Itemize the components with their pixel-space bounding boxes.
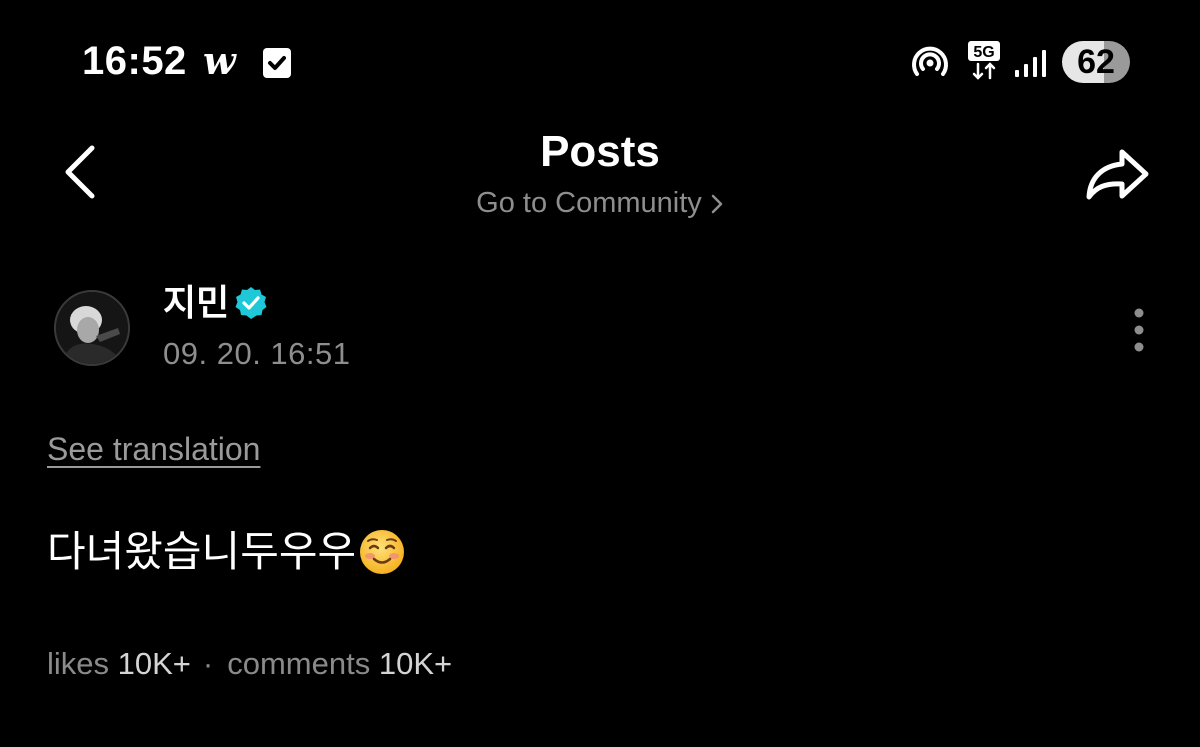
signal-icon [1015,50,1046,77]
hotspot-icon [912,46,948,76]
avatar-image [56,292,128,364]
more-options-button[interactable] [1124,305,1154,355]
comments-label: comments [227,646,371,681]
likes-label: likes [47,646,110,681]
status-time: 16:52 [82,39,187,83]
comments-count[interactable]: 10K+ [379,646,452,681]
5g-icon: 5G [966,40,1002,80]
battery-icon: 62 [1062,41,1130,83]
post-stats: likes 10K+ · comments 10K+ [47,641,452,687]
share-icon [1086,149,1149,200]
see-translation-link[interactable]: See translation [47,427,260,471]
share-button[interactable] [1082,140,1154,204]
back-button[interactable] [56,140,104,204]
page-title: Posts [540,127,660,176]
post-timestamp: 09. 20. 16:51 [163,336,351,371]
community-link-label: Go to Community [476,187,702,219]
author-name[interactable]: 지민 [163,280,229,326]
avatar[interactable] [54,290,130,366]
go-to-community-link[interactable]: Go to Community [400,182,800,224]
svg-text:5G: 5G [973,44,994,61]
likes-count[interactable]: 10K+ [118,646,191,681]
chevron-left-icon [65,145,95,199]
post-text: 다녀왔습니두우우 [47,528,357,575]
w-app-icon: w [203,38,236,83]
stats-separator: · [202,646,214,681]
checkbox-icon [263,48,291,78]
smiling-face-icon [360,530,405,574]
more-vertical-icon [1134,308,1144,352]
post-body: 다녀왔습니두우우 [47,524,406,580]
verified-badge-icon [235,287,267,319]
chevron-right-icon [711,195,723,214]
